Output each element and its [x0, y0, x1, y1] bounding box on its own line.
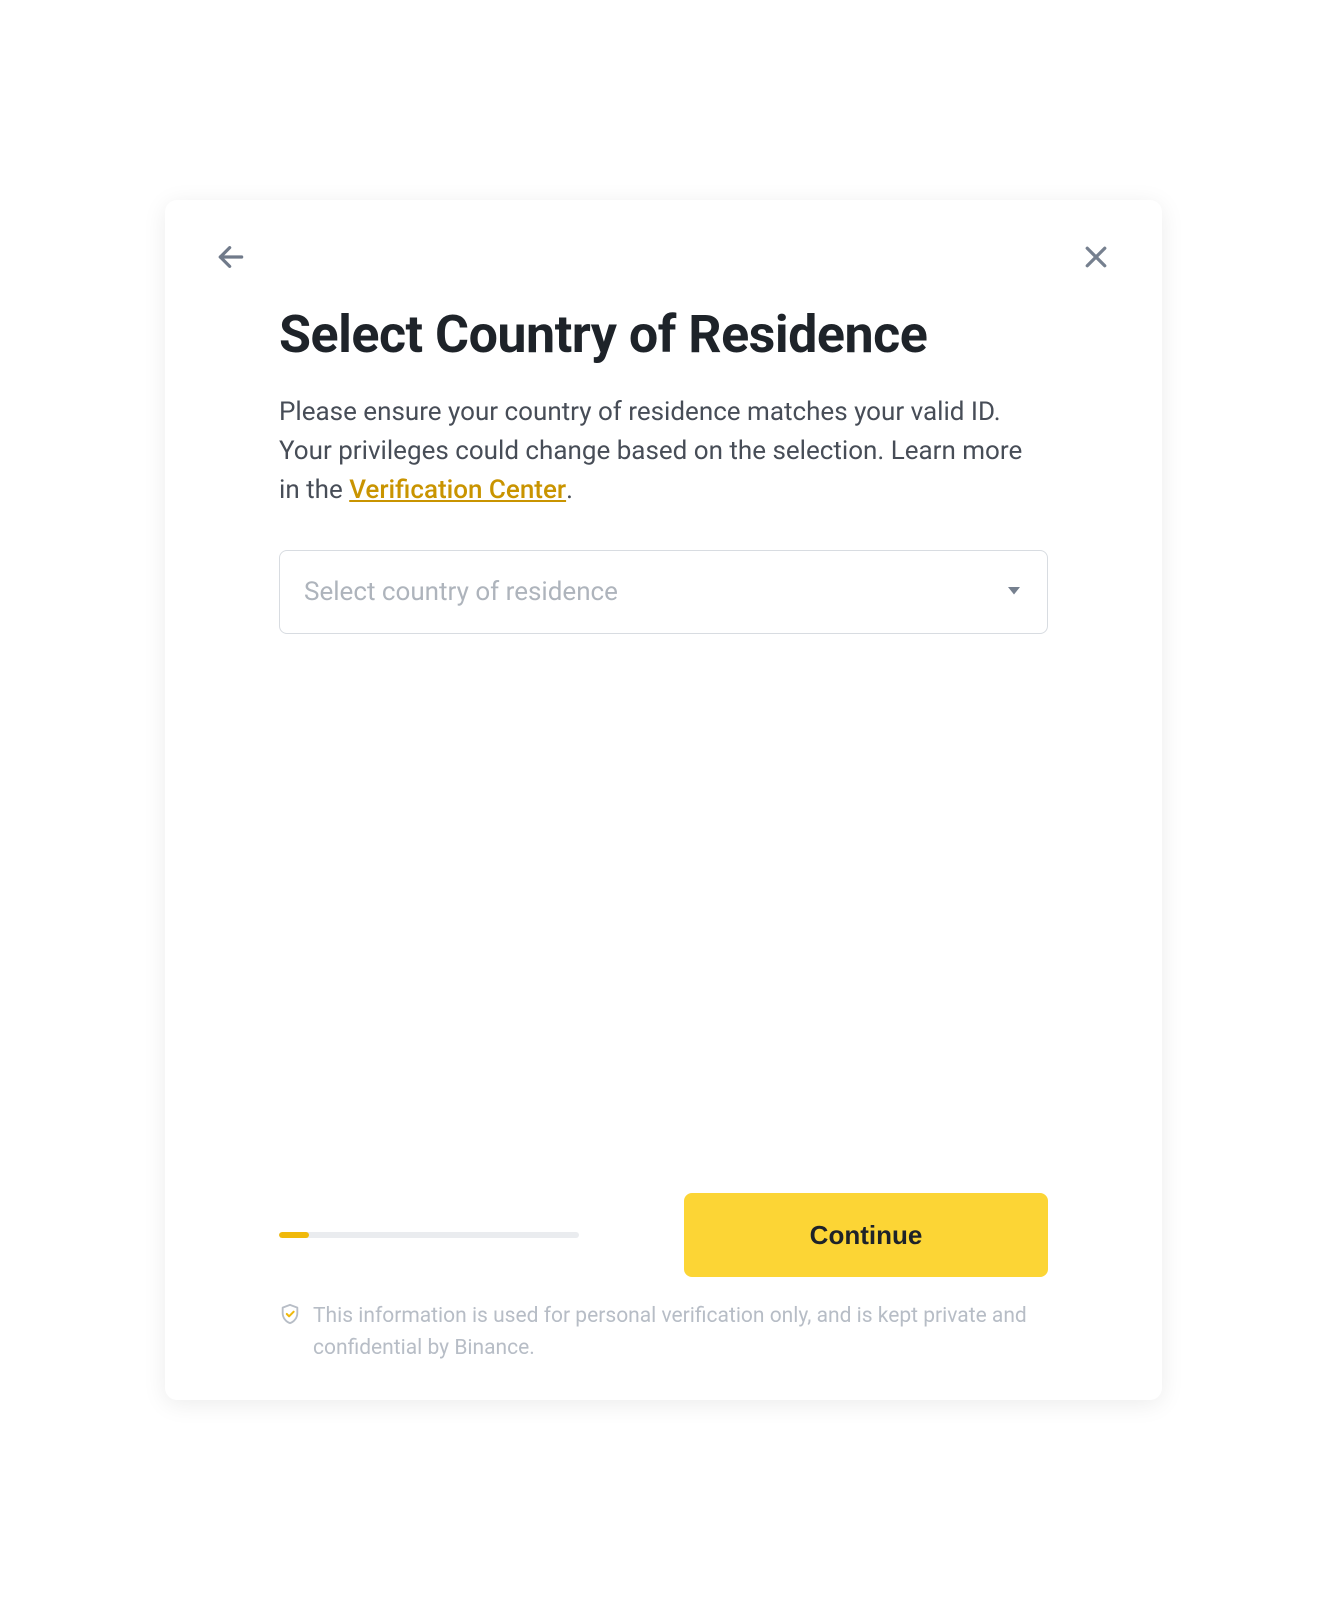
residence-modal: Select Country of Residence Please ensur… [165, 200, 1162, 1400]
privacy-note: This information is used for personal ve… [279, 1301, 1048, 1364]
progress-bar [279, 1232, 579, 1238]
modal-footer: Continue This information is used for pe… [279, 1193, 1048, 1364]
footer-actions: Continue [279, 1193, 1048, 1277]
privacy-text: This information is used for personal ve… [313, 1301, 1048, 1364]
modal-topbar [213, 240, 1114, 280]
close-icon [1081, 242, 1111, 275]
country-select[interactable]: Select country of residence [279, 550, 1048, 634]
caret-down-icon [1005, 581, 1023, 603]
verification-center-link[interactable]: Verification Center [349, 475, 566, 505]
page-title: Select Country of Residence [279, 304, 1048, 365]
description-text: Please ensure your country of residence … [279, 393, 1048, 510]
country-select-placeholder: Select country of residence [304, 577, 618, 607]
arrow-left-icon [215, 241, 247, 276]
modal-content: Select Country of Residence Please ensur… [279, 304, 1048, 1193]
description-post: . [566, 475, 573, 505]
shield-check-icon [279, 1301, 301, 1336]
continue-button[interactable]: Continue [684, 1193, 1048, 1277]
close-button[interactable] [1078, 240, 1114, 276]
progress-bar-fill [279, 1232, 309, 1238]
back-button[interactable] [213, 240, 249, 276]
